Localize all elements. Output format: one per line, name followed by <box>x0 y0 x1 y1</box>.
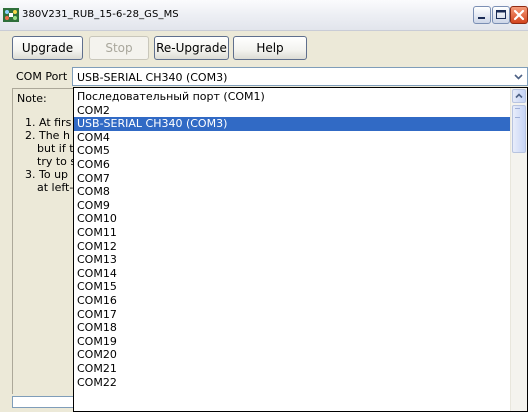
scroll-grip <box>515 108 520 118</box>
app-icon <box>3 7 19 23</box>
dropdown-option-com2[interactable]: COM2 <box>74 104 512 118</box>
scroll-up-button[interactable] <box>512 89 526 103</box>
com-port-dropdown-list[interactable]: Последовательный порт (COM1) COM2 USB-SERI… <box>73 87 528 412</box>
dropdown-option-com21[interactable]: COM21 <box>74 362 512 376</box>
dropdown-option-com17[interactable]: COM17 <box>74 308 512 322</box>
minimize-icon <box>478 17 485 19</box>
note-line: 1. At firs <box>25 116 72 129</box>
dropdown-option-com20[interactable]: COM20 <box>74 348 512 362</box>
dropdown-option-com6[interactable]: COM6 <box>74 158 512 172</box>
upgrade-button[interactable]: Upgrade <box>12 36 83 60</box>
close-icon <box>513 9 525 21</box>
dropdown-option-com8[interactable]: COM8 <box>74 185 512 199</box>
minimize-button[interactable] <box>473 6 491 24</box>
title-bar[interactable]: 380V231_RUB_15-6-28_GS_MS <box>0 0 528 31</box>
dropdown-option-com1[interactable]: Последовательный порт (COM1) <box>74 90 512 104</box>
com-port-select[interactable]: USB-SERIAL CH340 (COM3) <box>72 67 528 86</box>
maximize-icon <box>496 10 506 19</box>
dropdown-option-com9[interactable]: COM9 <box>74 199 512 213</box>
dropdown-option-com18[interactable]: COM18 <box>74 321 512 335</box>
note-line: but if t <box>37 142 74 155</box>
dropdown-option-usb-serial-ch340-com3[interactable]: USB-SERIAL CH340 (COM3) <box>74 117 512 131</box>
maximize-button[interactable] <box>492 6 510 24</box>
stop-button[interactable]: Stop <box>89 36 149 60</box>
note-panel: Note: 1. At firs 2. The h but if t try t… <box>12 88 74 394</box>
chevron-up-icon <box>515 93 523 99</box>
note-line: try to s <box>37 155 74 168</box>
dropdown-option-com4[interactable]: COM4 <box>74 131 512 145</box>
dropdown-option-com14[interactable]: COM14 <box>74 267 512 281</box>
note-line: 3. To up <box>25 168 69 181</box>
app-window: 380V231_RUB_15-6-28_GS_MS Upgrade Stop R… <box>0 0 528 412</box>
dropdown-option-com19[interactable]: COM19 <box>74 335 512 349</box>
dropdown-option-com15[interactable]: COM15 <box>74 280 512 294</box>
status-field <box>12 396 74 408</box>
com-port-label: COM Port <box>16 70 68 83</box>
dropdown-option-com13[interactable]: COM13 <box>74 253 512 267</box>
close-button[interactable] <box>510 6 528 24</box>
dropdown-option-com22[interactable]: COM22 <box>74 376 512 390</box>
dropdown-option-com7[interactable]: COM7 <box>74 172 512 186</box>
dropdown-scrollbar[interactable] <box>510 88 527 411</box>
dropdown-option-com5[interactable]: COM5 <box>74 144 512 158</box>
dropdown-option-com10[interactable]: COM10 <box>74 212 512 226</box>
chevron-down-icon[interactable] <box>511 69 526 84</box>
reupgrade-button[interactable]: Re-Upgrade <box>154 36 229 60</box>
window-title: 380V231_RUB_15-6-28_GS_MS <box>22 9 179 20</box>
note-line: at left- <box>37 181 74 194</box>
dropdown-option-com12[interactable]: COM12 <box>74 240 512 254</box>
note-label: Note: <box>17 92 47 105</box>
help-button[interactable]: Help <box>233 36 307 60</box>
note-line: 2. The h <box>25 129 70 142</box>
dropdown-option-com16[interactable]: COM16 <box>74 294 512 308</box>
dropdown-option-com11[interactable]: COM11 <box>74 226 512 240</box>
com-port-selected-value: USB-SERIAL CH340 (COM3) <box>77 71 228 84</box>
